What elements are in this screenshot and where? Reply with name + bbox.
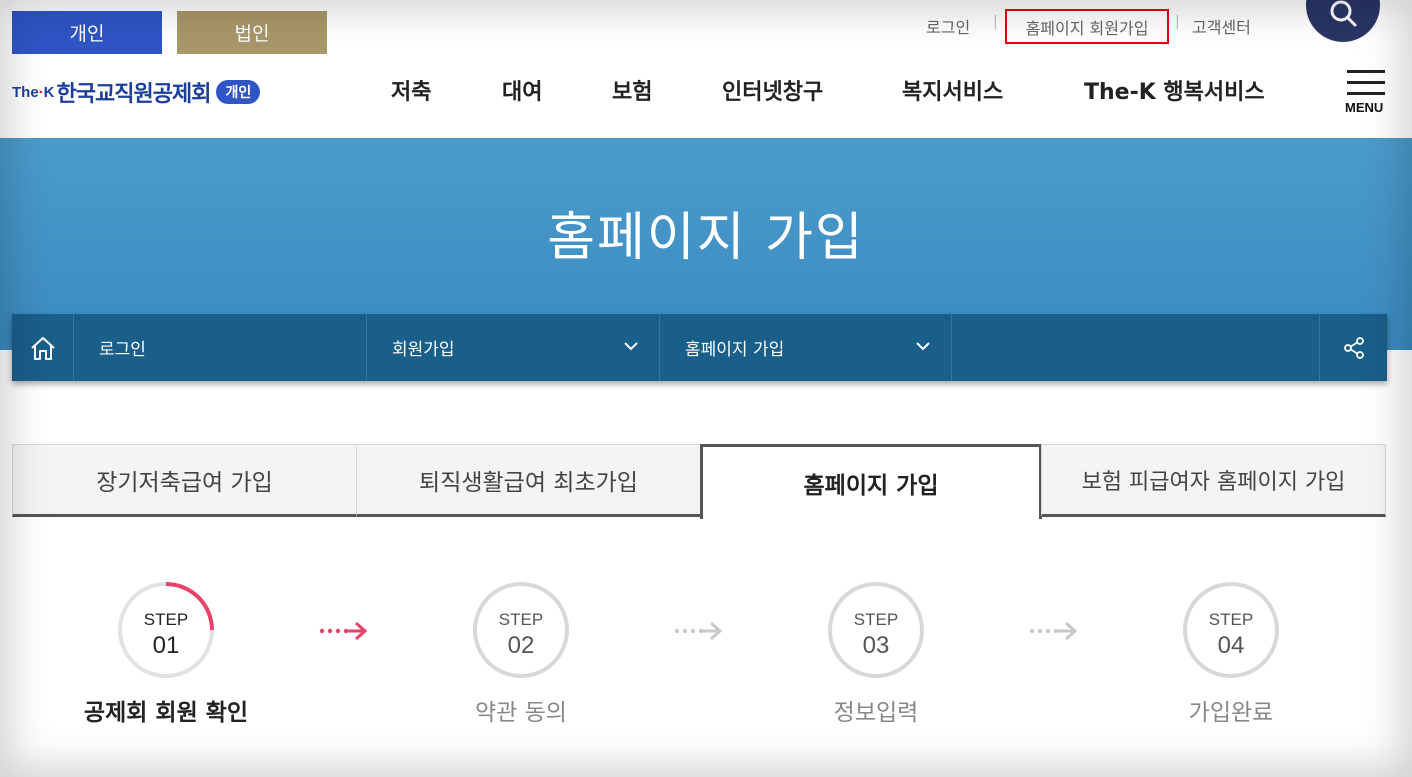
arrow-right-icon [674, 621, 723, 641]
personal-member-button[interactable]: 개인 [12, 11, 162, 54]
share-icon [1343, 336, 1364, 359]
breadcrumb-homepage-signup-dropdown[interactable]: 홈페이지 가입 [660, 314, 952, 381]
corporate-member-button[interactable]: 법인 [177, 11, 327, 54]
chevron-down-icon [624, 342, 638, 351]
step-3-name: 정보입력 [833, 700, 919, 726]
step-progress-ring [828, 582, 924, 678]
step-label: STEP [498, 610, 544, 629]
breadcrumb-login[interactable]: 로그인 [74, 314, 367, 381]
step-number: 03 [862, 632, 890, 659]
breadcrumb-signup-dropdown[interactable]: 회원가입 [367, 314, 660, 381]
menu-button[interactable]: MENU [1345, 68, 1387, 116]
logo-thek: The·K [12, 83, 55, 101]
step-progress-ring [473, 582, 569, 678]
step-progress-ring [1183, 582, 1279, 678]
step-1-indicator: STEP 01 [116, 580, 216, 680]
gnb-item-thek-happy[interactable]: The-K 행복서비스 [1084, 70, 1265, 110]
share-button[interactable] [1319, 314, 1387, 381]
tab-retirement-benefit[interactable]: 퇴직생활급여 최초가입 [356, 444, 701, 517]
customer-center-link[interactable]: 고객센터 [1192, 10, 1251, 42]
search-icon [1330, 0, 1357, 27]
arrow-right-icon [1029, 621, 1078, 641]
step-2-name: 약관 동의 [475, 700, 567, 726]
step-number: 04 [1217, 632, 1245, 659]
gnb-item-insurance[interactable]: 보험 [612, 70, 652, 110]
step-number: 02 [507, 632, 535, 659]
step-number: 01 [152, 632, 180, 659]
tab-long-term-savings[interactable]: 장기저축급여 가입 [12, 444, 357, 517]
menu-icon [1347, 70, 1385, 73]
step-3-indicator: STEP 03 [826, 580, 926, 680]
util-separator: | [993, 14, 998, 30]
menu-label: MENU [1345, 100, 1384, 115]
menu-icon [1347, 92, 1385, 95]
gnb-item-savings[interactable]: 저축 [391, 70, 431, 110]
home-icon [30, 336, 55, 360]
step-progress-ring [118, 582, 214, 678]
logo-badge: 개인 [216, 80, 261, 104]
search-button[interactable] [1306, 0, 1380, 42]
breadcrumb-label: 회원가입 [392, 340, 455, 360]
step-4-name: 가입완료 [1188, 700, 1274, 726]
breadcrumb-label: 홈페이지 가입 [685, 340, 785, 360]
step-4-indicator: STEP 04 [1181, 580, 1281, 680]
util-separator: | [1175, 14, 1180, 30]
menu-icon [1347, 81, 1385, 84]
step-label: STEP [143, 610, 189, 629]
gnb-item-welfare[interactable]: 복지서비스 [902, 70, 1003, 110]
site-logo[interactable]: The·K 한국교직원공제회 개인 [12, 76, 261, 108]
gnb-item-internet-branch[interactable]: 인터넷창구 [722, 70, 823, 110]
tab-homepage-signup[interactable]: 홈페이지 가입 [700, 444, 1042, 519]
arrow-right-icon [319, 621, 368, 641]
homepage-signup-link[interactable]: 홈페이지 회원가입 [1005, 9, 1169, 44]
location-bar: 로그인 회원가입 홈페이지 가입 [12, 314, 1387, 381]
step-label: STEP [1208, 610, 1254, 629]
step-label: STEP [853, 610, 899, 629]
tab-insurance-beneficiary[interactable]: 보험 피급여자 홈페이지 가입 [1041, 444, 1386, 517]
login-link[interactable]: 로그인 [926, 10, 970, 42]
logo-name: 한국교직원공제회 [56, 82, 212, 107]
step-2-indicator: STEP 02 [471, 580, 571, 680]
page-title: 홈페이지 가입 [547, 208, 865, 268]
step-1-name: 공제회 회원 확인 [83, 700, 249, 726]
gnb-item-loan[interactable]: 대여 [502, 70, 542, 110]
breadcrumb-label: 로그인 [99, 340, 146, 360]
chevron-down-icon [916, 342, 930, 351]
home-button[interactable] [12, 314, 74, 381]
